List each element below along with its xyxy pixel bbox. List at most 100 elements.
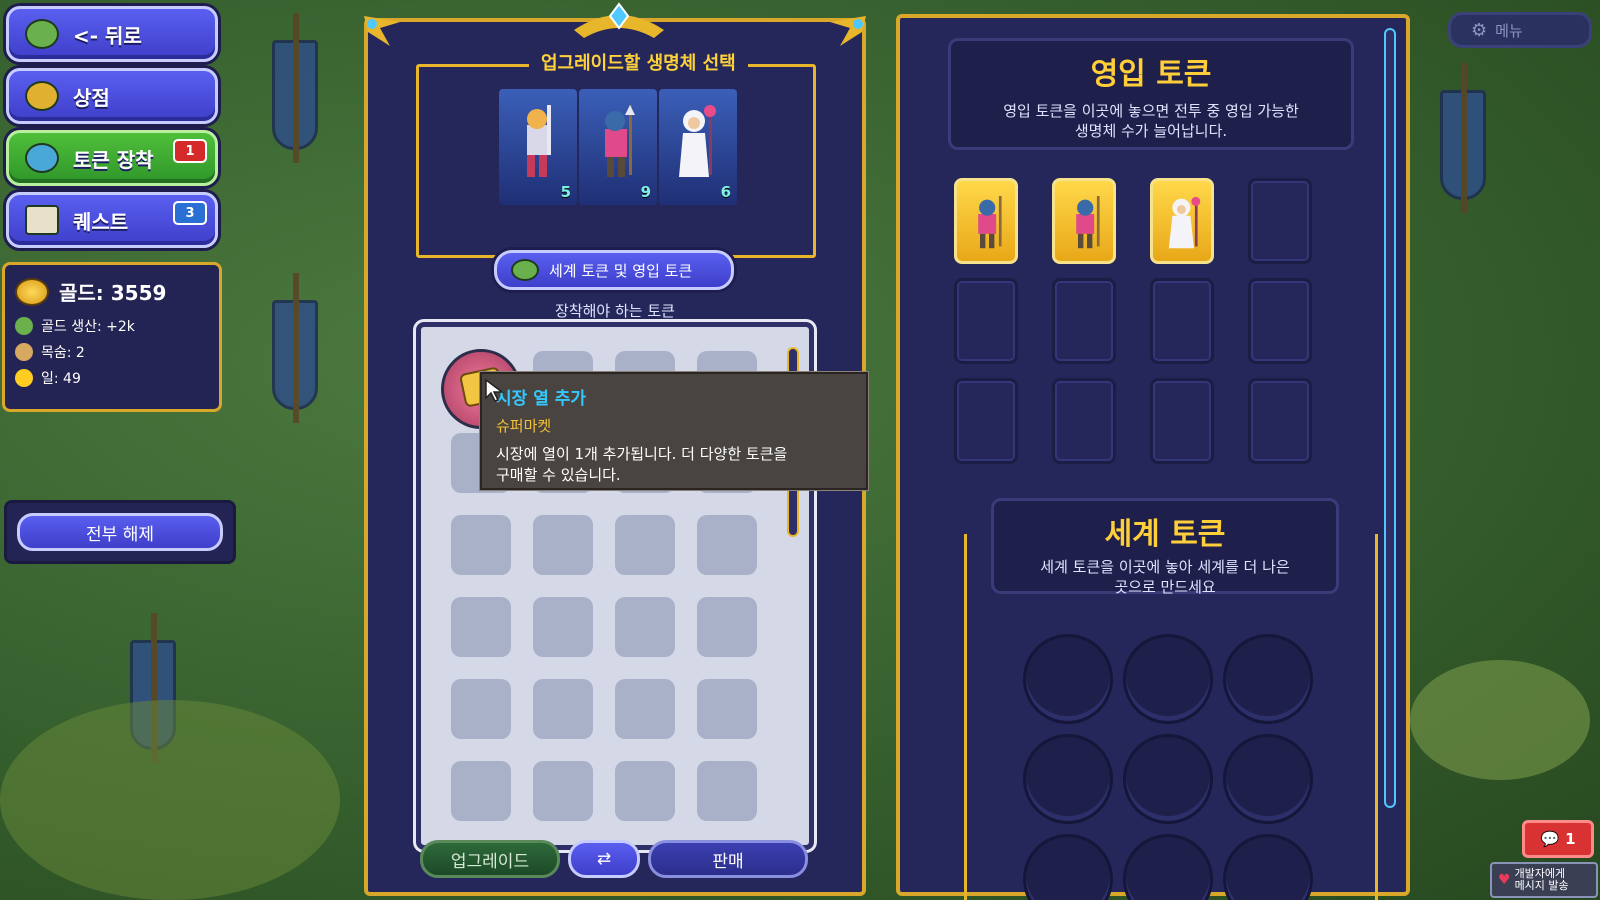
world-slot[interactable] [1123, 634, 1213, 724]
unit-card-spearman[interactable]: 9 [579, 89, 657, 205]
quest-label: 퀘스트 [73, 209, 129, 234]
upgrade-button[interactable]: 업그레이드 [420, 840, 560, 878]
tooltip-desc-line2: 구매할 수 있습니다. [496, 466, 621, 484]
world-slot[interactable] [1223, 734, 1313, 824]
recruit-token-title: 영입 토큰 [1090, 57, 1212, 92]
unit-card-priest[interactable]: 6 [659, 89, 737, 205]
corner-ornament [820, 12, 870, 52]
world-slot[interactable] [1123, 734, 1213, 824]
gold-production: 골드 생산: +2k [41, 319, 135, 335]
token-icon [25, 143, 59, 173]
menu-button[interactable]: ⚙ 메뉴 [1448, 12, 1592, 48]
priest-icon [1168, 196, 1201, 249]
quest-button[interactable]: 퀘스트 3 [6, 192, 218, 248]
gear-icon: ⚙ [1471, 19, 1488, 41]
knight-icon [527, 105, 551, 177]
world-slot[interactable] [1223, 834, 1313, 900]
crown-ornament [564, 0, 674, 44]
knight-count: 5 [560, 183, 571, 201]
chat-count: 1 [1565, 830, 1576, 848]
token-slot[interactable] [533, 515, 593, 575]
recruit-slot-empty[interactable] [1248, 278, 1312, 364]
world-desc-line1: 세계 토큰을 이곳에 놓아 세계를 더 나은 [1040, 558, 1290, 576]
token-tooltip: 시장 열 추가 슈퍼마켓 시장에 열이 1개 추가됩니다. 더 다양한 토큰을 … [480, 372, 868, 490]
recruit-slot-empty[interactable] [1150, 378, 1214, 464]
swap-button[interactable]: ⇄ [568, 840, 640, 878]
recruit-slot-empty[interactable] [954, 378, 1018, 464]
right-scrollbar[interactable] [1384, 28, 1396, 808]
token-slots-panel: 영입 토큰 영입 토큰을 이곳에 놓으면 전투 중 영입 가능한 생명체 수가 … [896, 14, 1410, 900]
world-slot[interactable] [1023, 634, 1113, 724]
swap-icon: ⇄ [596, 849, 612, 869]
recruit-slot-empty[interactable] [1248, 378, 1312, 464]
shop-icon [25, 81, 59, 111]
chat-button[interactable]: 💬 1 [1522, 820, 1594, 858]
token-slot[interactable] [451, 597, 511, 657]
action-buttons: 업그레이드 ⇄ 판매 [420, 840, 808, 878]
back-icon [25, 19, 59, 49]
token-slot[interactable] [697, 761, 757, 821]
recruit-token-info: 영입 토큰 영입 토큰을 이곳에 놓으면 전투 중 영입 가능한 생명체 수가 … [948, 38, 1354, 150]
token-equip-button[interactable]: 토큰 장착 1 [6, 130, 218, 186]
token-slot[interactable] [533, 761, 593, 821]
tooltip-title: 시장 열 추가 [496, 389, 587, 409]
token-slot[interactable] [615, 679, 675, 739]
token-slot[interactable] [533, 597, 593, 657]
recruit-slot-empty[interactable] [1248, 178, 1312, 264]
unit-card-knight[interactable]: 5 [499, 89, 577, 205]
select-title: 업그레이드할 생명체 선택 [529, 49, 748, 75]
gold-amount: 골드: 3559 [59, 281, 167, 305]
day-count: 일: 49 [41, 371, 81, 387]
world-token-title: 세계 토큰 [1104, 517, 1226, 552]
recruit-desc-line2: 생명체 수가 늘어납니다. [1074, 122, 1228, 140]
token-slot[interactable] [615, 597, 675, 657]
world-recruit-tokens-label: 세계 토큰 및 영입 토큰 [549, 261, 693, 280]
recruit-slot-priest[interactable] [1150, 178, 1214, 264]
token-slot[interactable] [451, 761, 511, 821]
world-desc-line2: 곳으로 만드세요 [1114, 578, 1216, 596]
dev-message-label: 개발자에게 메시지 발송 [1515, 868, 1569, 892]
recruit-slot-spearman[interactable] [954, 178, 1018, 264]
message-developer-button[interactable]: ♥ 개발자에게 메시지 발송 [1490, 862, 1598, 898]
token-slot[interactable] [697, 597, 757, 657]
chat-icon: 💬 [1540, 830, 1560, 848]
world-recruit-tokens-button[interactable]: 세계 토큰 및 영입 토큰 [494, 250, 734, 290]
shop-label: 상점 [73, 85, 110, 110]
back-button[interactable]: <- 뒤로 [6, 6, 218, 62]
token-slot[interactable] [615, 515, 675, 575]
recruit-slot-empty[interactable] [1052, 378, 1116, 464]
tooltip-desc-line1: 시장에 열이 1개 추가됩니다. 더 다양한 토큰을 [496, 445, 788, 463]
recruit-desc-line1: 영입 토큰을 이곳에 놓으면 전투 중 영입 가능한 [1003, 102, 1299, 120]
shop-button[interactable]: 상점 [6, 68, 218, 124]
world-slot[interactable] [1123, 834, 1213, 900]
priest-icon [679, 105, 716, 177]
stats-panel: 골드: 3559 골드 생산: +2k 목숨: 2 일: 49 [2, 262, 222, 412]
recruit-slot-empty[interactable] [954, 278, 1018, 364]
token-slot[interactable] [451, 679, 511, 739]
unequip-all-button[interactable]: 전부 해제 [17, 513, 223, 551]
back-label: <- 뒤로 [73, 23, 142, 48]
world-slot[interactable] [1023, 734, 1113, 824]
map-island [1410, 660, 1590, 780]
token-slot[interactable] [533, 679, 593, 739]
token-equip-badge: 1 [173, 139, 207, 163]
world-slot[interactable] [1023, 834, 1113, 900]
token-slot[interactable] [615, 761, 675, 821]
token-slot[interactable] [451, 515, 511, 575]
recruit-slot-empty[interactable] [1150, 278, 1214, 364]
token-slot[interactable] [697, 679, 757, 739]
recruit-slot-spearman[interactable] [1052, 178, 1116, 264]
recruit-token-slots [954, 178, 1312, 464]
world-token-desc: 세계 토큰을 이곳에 놓아 세계를 더 나은 곳으로 만드세요 [994, 557, 1336, 597]
sell-button[interactable]: 판매 [648, 840, 808, 878]
token-icon [511, 259, 539, 281]
banner-decoration [272, 273, 318, 423]
recruit-slot-empty[interactable] [1052, 278, 1116, 364]
tooltip-subtitle: 슈퍼마켓 [496, 417, 552, 435]
world-slot[interactable] [1223, 634, 1313, 724]
tooltip-description: 시장에 열이 1개 추가됩니다. 더 다양한 토큰을 구매할 수 있습니다. [496, 444, 852, 486]
token-slot[interactable] [697, 515, 757, 575]
mouse-cursor-icon [485, 378, 505, 402]
spearman-icon [978, 196, 1002, 249]
spearman-icon [605, 105, 635, 177]
